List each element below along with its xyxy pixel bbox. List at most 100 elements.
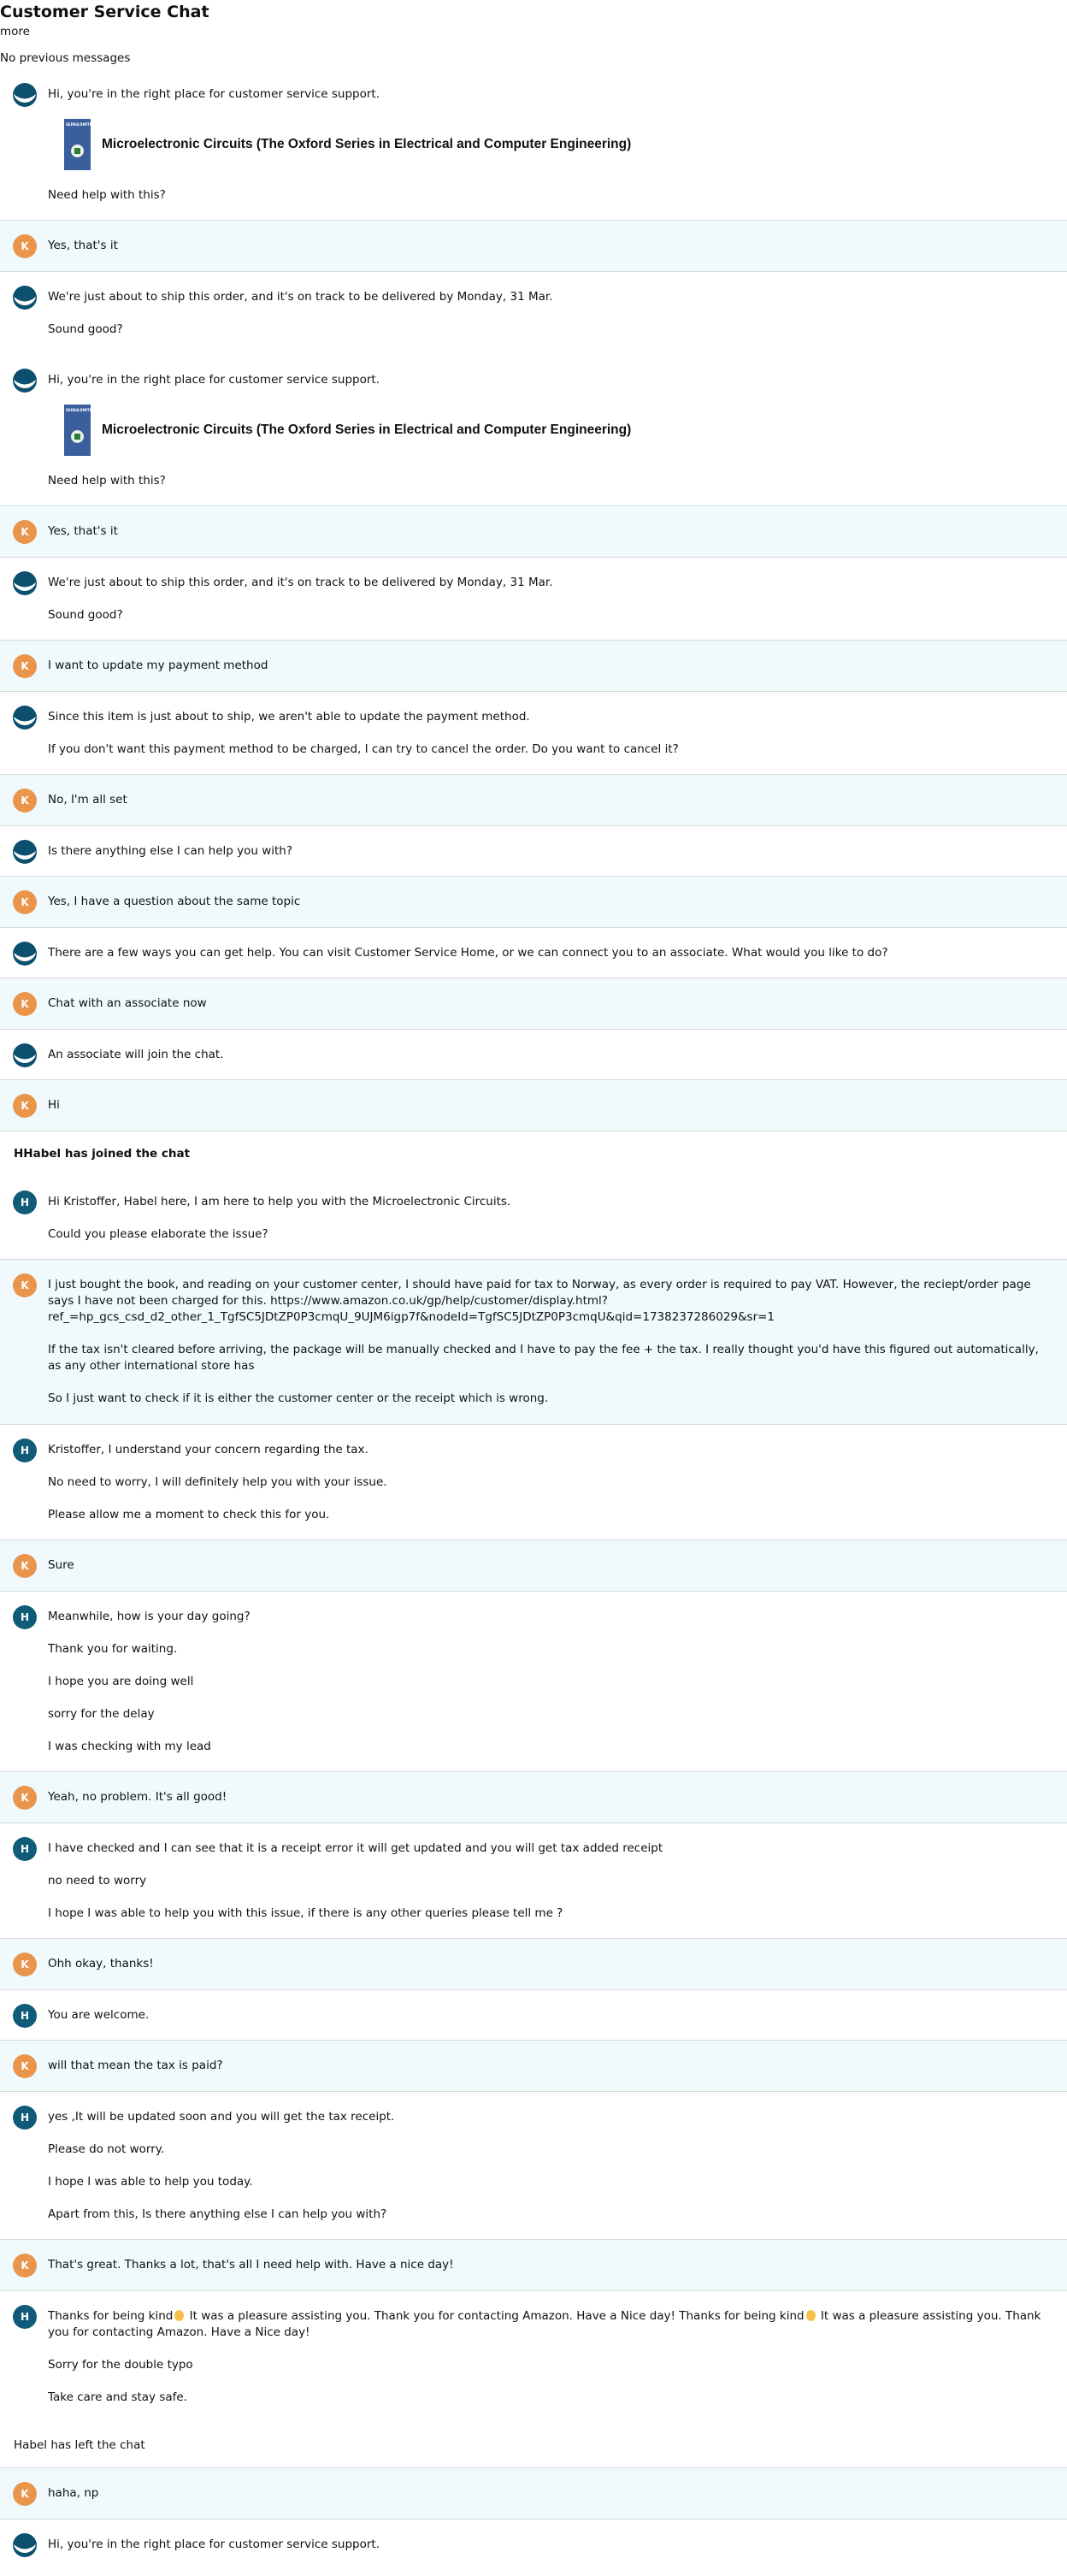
avatar: H (13, 1191, 37, 1214)
avatar: H (13, 1605, 37, 1629)
customer-message: K I want to update my payment method (0, 640, 1067, 692)
message-text: That's great. Thanks a lot, that's all I… (48, 2258, 454, 2272)
message-text: If you don't want this payment method to… (48, 742, 679, 756)
amazon-smile-avatar-icon (13, 1043, 37, 1067)
message-text: I just bought the book, and reading on y… (48, 1278, 1031, 1324)
customer-message: K I just bought the book, and reading on … (0, 1259, 1067, 1425)
chat-transcript: Hi, you're in the right place for custom… (0, 69, 1067, 2570)
message-text: Hi, you're in the right place for custom… (48, 87, 380, 101)
message-text: Meanwhile, how is your day going? (48, 1610, 251, 1623)
agent-message: H You are welcome. (0, 1990, 1067, 2041)
smile-emoji-icon (805, 2310, 816, 2321)
avatar: K (13, 1554, 37, 1578)
message-text: An associate will join the chat. (48, 1048, 224, 1061)
message-text: I was checking with my lead (48, 1740, 211, 1753)
message-text: Thanks for being kind It was a pleasure … (48, 2308, 1067, 2341)
customer-message: Khaha, np (0, 2467, 1067, 2520)
customer-message: K Yes, that's it (0, 505, 1067, 558)
chip-icon (71, 145, 84, 157)
bot-message: Hi, you're in the right place for custom… (0, 355, 1067, 506)
amazon-smile-avatar-icon (13, 83, 37, 107)
bot-message: Hi, you're in the right place for custom… (0, 69, 1067, 221)
product-title[interactable]: Microelectronic Circuits (The Oxford Ser… (102, 422, 631, 438)
amazon-smile-avatar-icon (13, 2533, 37, 2557)
page-title: Customer Service Chat (0, 3, 209, 21)
message-text: There are a few ways you can get help. Y… (48, 946, 888, 960)
avatar: K (13, 789, 37, 812)
amazon-smile-avatar-icon (13, 571, 37, 595)
message-text: Sorry for the double typo (48, 2358, 193, 2372)
bot-message: We're just about to ship this order, and… (0, 272, 1067, 355)
message-text-segment: Thanks for being kind (48, 2309, 174, 2323)
message-text: We're just about to ship this order, and… (48, 576, 553, 589)
message-text: Yes, I have a question about the same to… (48, 895, 301, 908)
customer-message: K No, I'm all set (0, 774, 1067, 826)
bot-message: An associate will join the chat. (0, 1030, 1067, 1080)
agent-message: H Meanwhile, how is your day going? Thank … (0, 1592, 1067, 1772)
customer-message: K Yes, I have a question about the same t… (0, 876, 1067, 928)
avatar: H (13, 2305, 37, 2329)
message-text: Take care and stay safe. (48, 2390, 187, 2404)
message-text: Sure (48, 1558, 74, 1572)
message-text: If the tax isn't cleared before arriving… (48, 1343, 1039, 1373)
bot-message: Hi, you're in the right place for custom… (0, 2520, 1067, 2570)
book-cover-image[interactable]: SEDRA/SMITH (64, 405, 92, 456)
customer-message: K Sure (0, 1539, 1067, 1592)
bot-message: Since this item is just about to ship, w… (0, 692, 1067, 775)
message-text: yes ,It will be updated soon and you wil… (48, 2110, 395, 2124)
agent-message: Hyes ,It will be updated soon and you wi… (0, 2092, 1067, 2240)
customer-message: K Ohh okay, thanks! (0, 1938, 1067, 1990)
avatar: H (13, 1837, 37, 1861)
amazon-smile-avatar-icon (13, 286, 37, 310)
avatar: K (13, 2482, 37, 2506)
amazon-smile-avatar-icon (13, 942, 37, 966)
avatar: K (13, 1094, 37, 1118)
message-text: HHabel has joined the chat (14, 1147, 191, 1161)
message-text: haha, np (48, 2486, 99, 2500)
message-text: I hope you are doing well (48, 1675, 194, 1688)
message-text: will that mean the tax is paid? (48, 2059, 223, 2072)
message-text: Since this item is just about to ship, w… (48, 710, 530, 724)
avatar: K (13, 520, 37, 544)
amazon-smile-avatar-icon (13, 840, 37, 864)
message-text: Sound good? (48, 322, 123, 336)
avatar: K (13, 234, 37, 258)
avatar: K (13, 1786, 37, 1810)
message-text: So I just want to check if it is either … (48, 1391, 549, 1405)
message-text: I have checked and I can see that it is … (48, 1841, 663, 1855)
bot-message: We're just about to ship this order, and… (0, 558, 1067, 641)
customer-message: K That's great. Thanks a lot, that's all … (0, 2239, 1067, 2291)
agent-message: H Hi Kristoffer, Habel here, I am here to… (0, 1177, 1067, 1260)
message-text: I hope I was able to help you with this … (48, 1906, 563, 1920)
customer-message: K Yeah, no problem. It's all good! (0, 1771, 1067, 1823)
avatar: H (13, 2004, 37, 2028)
message-text: Need help with this? (48, 474, 166, 487)
book-cover-image[interactable]: SEDRA/SMITH (64, 119, 92, 170)
message-text: Habel has left the chat (14, 2438, 145, 2452)
message-text: Ohh okay, thanks! (48, 1957, 154, 1970)
customer-message: K Yes, that's it (0, 220, 1067, 272)
product-card[interactable]: SEDRA/SMITH Microelectronic Circuits (The… (64, 119, 1067, 170)
product-card[interactable]: SEDRA/SMITH Microelectronic Circuits (The… (64, 405, 1067, 456)
message-text: sorry for the delay (48, 1707, 155, 1721)
cover-text: SEDRA/SMITH (66, 122, 92, 127)
customer-message: Kwill that mean the tax is paid? (0, 2040, 1067, 2092)
message-text: Please do not worry. (48, 2142, 165, 2156)
message-text: Chat with an associate now (48, 996, 207, 1010)
more-link[interactable]: more (0, 24, 1067, 39)
smile-emoji-icon (174, 2310, 185, 2321)
message-text-segment: It was a pleasure assisting you. Thank y… (186, 2309, 805, 2323)
no-previous-messages: No previous messages (0, 51, 131, 65)
avatar: K (13, 2254, 37, 2278)
message-text: Need help with this? (48, 188, 166, 202)
message-text: You are welcome. (48, 2008, 150, 2022)
customer-message: K Hi (0, 1079, 1067, 1131)
message-text: Is there anything else I can help you wi… (48, 844, 293, 858)
cover-text: SEDRA/SMITH (66, 408, 92, 412)
customer-message: K Chat with an associate now (0, 978, 1067, 1030)
message-text: I hope I was able to help you today. (48, 2175, 253, 2189)
message-text: Yes, that's it (48, 239, 118, 252)
product-title[interactable]: Microelectronic Circuits (The Oxford Ser… (102, 137, 631, 152)
amazon-smile-avatar-icon (13, 706, 37, 730)
agent-message: H I have checked and I can see that it is… (0, 1823, 1067, 1939)
